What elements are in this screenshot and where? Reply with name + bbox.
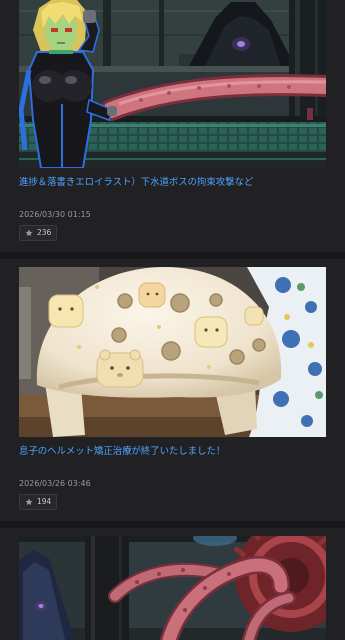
post-title-link[interactable]: 進捗＆落書きエロイラスト）下水道ボスの拘束攻撃など (19, 176, 326, 190)
like-count-badge[interactable]: 194 (19, 494, 58, 510)
like-count: 194 (37, 497, 52, 506)
thumbnail-photo (19, 267, 326, 437)
thumbnail-illustration (19, 536, 326, 640)
thumbnail-illustration (19, 0, 326, 168)
like-count-badge[interactable]: 236 (19, 225, 58, 241)
star-icon (25, 229, 33, 237)
post-thumbnail[interactable] (19, 267, 326, 437)
post-thumbnail[interactable] (19, 0, 326, 168)
post-feed: 進捗＆落書きエロイラスト）下水道ボスの拘束攻撃など 2026/03/30 01:… (0, 0, 345, 640)
like-count: 236 (37, 228, 52, 237)
post-card: 進捗＆落書きエロイラスト）下水道ボスの拘束攻撃など 2026/03/30 01:… (0, 0, 345, 252)
post-date: 2026/03/26 03:46 (19, 479, 91, 488)
post-thumbnail[interactable] (19, 536, 326, 640)
star-icon (25, 498, 33, 506)
post-card: 息子のヘルメット矯正治療が終了いたしました！ 2026/03/26 03:46 … (0, 259, 345, 521)
post-title-link[interactable]: 息子のヘルメット矯正治療が終了いたしました！ (19, 445, 326, 459)
post-card (0, 528, 345, 640)
post-date: 2026/03/30 01:15 (19, 210, 91, 219)
